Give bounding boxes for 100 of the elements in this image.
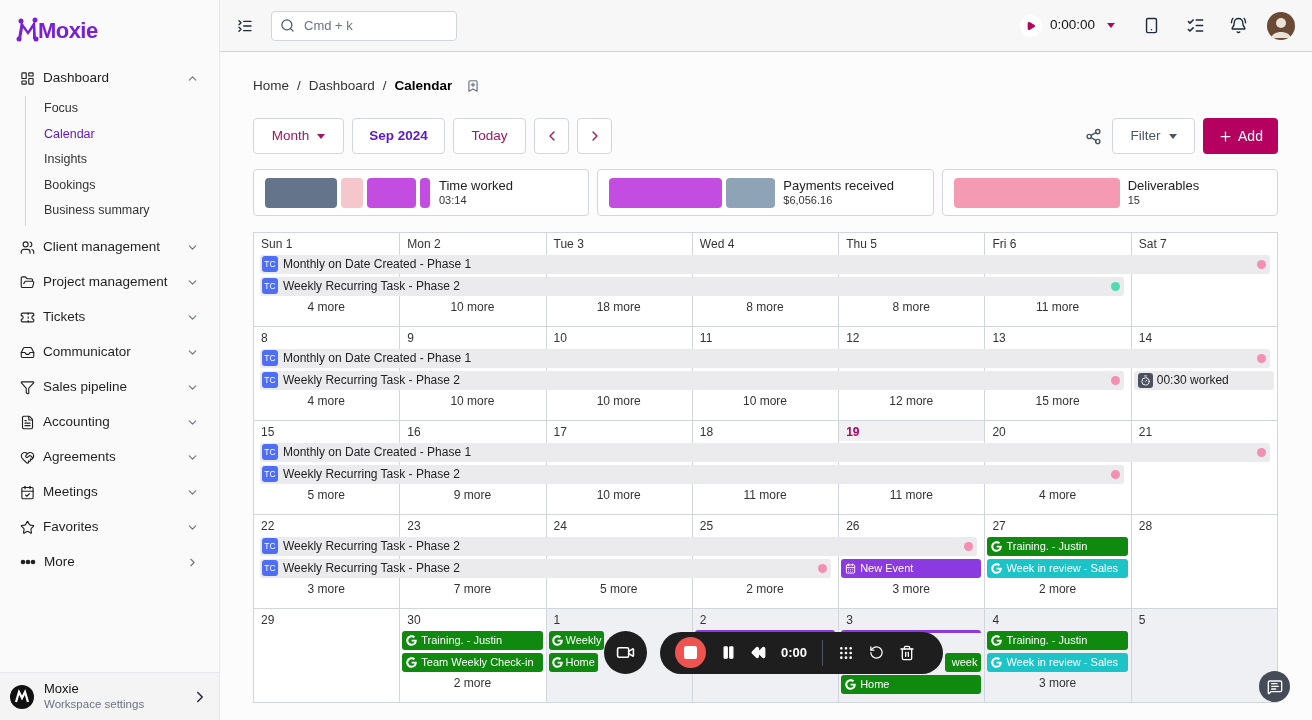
day-number: 8 [260, 330, 269, 348]
more-link[interactable]: 9 more [453, 485, 492, 505]
day-number: 23 [406, 518, 422, 536]
task-title: Monthly on Date Created - Phase 1 [283, 444, 473, 462]
nav-item[interactable]: Accounting [0, 404, 219, 440]
day-number: 16 [406, 424, 422, 442]
more-link[interactable]: 2 more [1038, 579, 1077, 599]
day-number: Mon 2 [406, 236, 442, 254]
legend-label: Time worked [439, 177, 513, 194]
more-link[interactable]: 10 more [450, 297, 495, 317]
workspace-name: Moxie [44, 681, 80, 698]
nav-subitem[interactable]: Calendar [44, 121, 219, 147]
day-number: 15 [260, 424, 276, 442]
more-link[interactable]: 8 more [746, 297, 784, 317]
nav-item[interactable]: More [0, 544, 219, 580]
badge: TC [262, 278, 278, 295]
more-link[interactable]: 3 more [1038, 673, 1077, 693]
nav-item[interactable]: Project management [0, 264, 219, 300]
day-number: 30 [406, 612, 422, 630]
nav-item[interactable]: Sales pipeline [0, 369, 219, 405]
more-link[interactable]: 11 more [1036, 297, 1080, 317]
nav-subitem[interactable]: Bookings [44, 172, 219, 198]
badge: TC [262, 538, 278, 555]
more-link[interactable]: 18 more [596, 297, 641, 317]
day-number: 26 [845, 518, 861, 536]
day-number: 19 [839, 421, 985, 442]
legend-value: 15 [1127, 194, 1141, 208]
day-number: Sun 1 [260, 236, 294, 254]
nav-item[interactable]: Communicator [0, 334, 219, 370]
more-link[interactable]: 5 more [307, 485, 345, 505]
day-number: 12 [845, 330, 861, 348]
breadcrumb-separator: / [297, 77, 301, 95]
add-button[interactable]: Add [1203, 118, 1278, 155]
more-link[interactable]: 2 more [453, 673, 492, 693]
day-number: 11 [698, 330, 714, 348]
nav-item[interactable]: Client management [0, 229, 219, 265]
day-number: Thu 5 [845, 236, 878, 254]
more-link[interactable]: 3 more [307, 579, 345, 599]
more-link[interactable]: 10 more [596, 391, 641, 411]
more-link[interactable]: 2 more [746, 579, 784, 599]
day-number: 29 [260, 612, 276, 630]
view-dropdown[interactable]: Month [253, 118, 344, 155]
day-number: 21 [1137, 424, 1154, 442]
nav-subitem[interactable]: Insights [44, 147, 219, 173]
day-number: Tue 3 [552, 236, 585, 254]
nav-item[interactable]: Meetings [0, 474, 219, 510]
breadcrumb-link[interactable]: Home [253, 76, 289, 97]
more-link[interactable]: 10 more [596, 485, 641, 505]
day-number: 20 [991, 424, 1007, 442]
more-link[interactable]: 10 more [742, 391, 787, 411]
more-link[interactable]: 3 more [892, 579, 930, 599]
today-button[interactable]: Today [453, 118, 526, 155]
nav-item[interactable]: Agreements [0, 439, 219, 475]
legend-label: Payments received [783, 177, 894, 194]
workspace-subtitle: Workspace settings [44, 697, 146, 712]
logo-text: Moxie [38, 16, 98, 45]
day-number: Wed 4 [698, 236, 736, 254]
more-link[interactable]: 4 more [307, 297, 345, 317]
more-link[interactable]: 11 more [743, 485, 787, 505]
more-link[interactable]: 15 more [1035, 391, 1080, 411]
day-number: 24 [552, 518, 568, 536]
task-title: Weekly Recurring Task - Phase 2 [283, 372, 461, 390]
day-number: 1 [552, 612, 562, 630]
task-title: Weekly Recurring Task - Phase 2 [283, 560, 461, 578]
day-number: 22 [260, 518, 276, 536]
period-button[interactable]: Sep 2024 [352, 118, 445, 155]
more-link[interactable]: 8 more [892, 297, 930, 317]
breadcrumb-separator: / [382, 77, 387, 95]
day-number: 5 [1137, 612, 1147, 630]
day-number: Sat 7 [1137, 236, 1168, 254]
breadcrumb-link[interactable]: Dashboard [308, 76, 375, 97]
search-field[interactable]: Cmd + k [271, 10, 457, 41]
day-number: 9 [406, 330, 415, 348]
badge: TC [262, 372, 278, 389]
nav-subitem[interactable]: Business summary [44, 198, 219, 224]
nav-item[interactable]: Dashboard [0, 61, 219, 96]
day-number: 25 [698, 518, 715, 536]
nav-item[interactable]: Tickets [0, 299, 219, 335]
more-link[interactable]: 11 more [889, 485, 933, 505]
more-link[interactable]: 7 more [453, 579, 492, 599]
breadcrumb-current: Calendar [394, 77, 453, 95]
more-link[interactable]: 5 more [600, 579, 638, 599]
day-number: 18 [698, 424, 715, 442]
legend-label: Deliverables [1127, 177, 1200, 194]
recording-time: 0:00 [781, 644, 808, 662]
badge: TC [262, 444, 278, 461]
more-link[interactable]: 10 more [450, 391, 495, 411]
nav-item[interactable]: Favorites [0, 509, 219, 545]
task-title: Weekly Recurring Task - Phase 2 [283, 466, 461, 484]
task-title: Monthly on Date Created - Phase 1 [283, 350, 473, 368]
legend-value: $6,056.16 [783, 194, 834, 208]
more-link[interactable]: 4 more [1038, 485, 1077, 505]
timer-control[interactable]: 0:00:00 [1019, 14, 1115, 37]
more-link[interactable]: 12 more [889, 391, 934, 411]
day-number: Fri 6 [991, 236, 1018, 254]
nav-subitem[interactable]: Focus [44, 96, 219, 122]
filter-dropdown[interactable]: Filter [1112, 118, 1195, 155]
day-number: 3 [845, 612, 854, 630]
more-link[interactable]: 4 more [307, 391, 345, 411]
workspace-settings[interactable]: Moxie Workspace settings [0, 672, 219, 720]
